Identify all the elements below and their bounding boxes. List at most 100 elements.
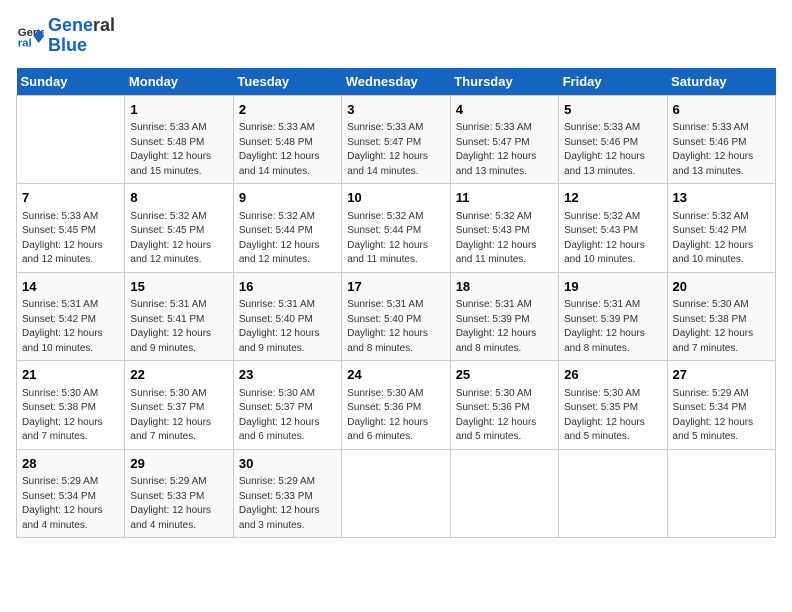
calendar-cell: 4Sunrise: 5:33 AMSunset: 5:47 PMDaylight…	[450, 95, 558, 184]
cell-info: Sunrise: 5:33 AMSunset: 5:46 PMDaylight:…	[673, 121, 770, 179]
calendar-cell: 24Sunrise: 5:30 AMSunset: 5:36 PMDayligh…	[342, 361, 450, 450]
week-row-1: 1Sunrise: 5:33 AMSunset: 5:48 PMDaylight…	[17, 95, 776, 184]
calendar-cell: 21Sunrise: 5:30 AMSunset: 5:38 PMDayligh…	[17, 361, 125, 450]
day-number: 6	[673, 100, 770, 120]
cell-info: Sunrise: 5:30 AMSunset: 5:35 PMDaylight:…	[564, 387, 661, 445]
day-number: 26	[564, 365, 661, 385]
day-number: 13	[673, 188, 770, 208]
day-number: 22	[130, 365, 227, 385]
cell-info: Sunrise: 5:30 AMSunset: 5:37 PMDaylight:…	[239, 387, 336, 445]
calendar-cell: 2Sunrise: 5:33 AMSunset: 5:48 PMDaylight…	[233, 95, 341, 184]
day-number: 25	[456, 365, 553, 385]
cell-info: Sunrise: 5:29 AMSunset: 5:34 PMDaylight:…	[22, 475, 119, 533]
calendar-cell: 13Sunrise: 5:32 AMSunset: 5:42 PMDayligh…	[667, 184, 775, 273]
day-number: 27	[673, 365, 770, 385]
cell-info: Sunrise: 5:29 AMSunset: 5:33 PMDaylight:…	[239, 475, 336, 533]
cell-info: Sunrise: 5:31 AMSunset: 5:39 PMDaylight:…	[456, 298, 553, 356]
day-header-saturday: Saturday	[667, 68, 775, 96]
day-number: 12	[564, 188, 661, 208]
calendar-cell: 7Sunrise: 5:33 AMSunset: 5:45 PMDaylight…	[17, 184, 125, 273]
week-row-3: 14Sunrise: 5:31 AMSunset: 5:42 PMDayligh…	[17, 272, 776, 361]
logo-icon: Gene ral	[16, 22, 44, 50]
cell-info: Sunrise: 5:31 AMSunset: 5:40 PMDaylight:…	[239, 298, 336, 356]
cell-info: Sunrise: 5:30 AMSunset: 5:37 PMDaylight:…	[130, 387, 227, 445]
cell-info: Sunrise: 5:31 AMSunset: 5:40 PMDaylight:…	[347, 298, 444, 356]
logo: Gene ral GeneralBlue	[16, 16, 115, 56]
cell-info: Sunrise: 5:32 AMSunset: 5:43 PMDaylight:…	[564, 210, 661, 268]
cell-info: Sunrise: 5:30 AMSunset: 5:38 PMDaylight:…	[673, 298, 770, 356]
calendar-cell: 16Sunrise: 5:31 AMSunset: 5:40 PMDayligh…	[233, 272, 341, 361]
day-number: 14	[22, 277, 119, 297]
cell-info: Sunrise: 5:31 AMSunset: 5:41 PMDaylight:…	[130, 298, 227, 356]
calendar-cell: 20Sunrise: 5:30 AMSunset: 5:38 PMDayligh…	[667, 272, 775, 361]
day-number: 10	[347, 188, 444, 208]
day-number: 8	[130, 188, 227, 208]
cell-info: Sunrise: 5:32 AMSunset: 5:42 PMDaylight:…	[673, 210, 770, 268]
logo-text: GeneralBlue	[48, 16, 115, 56]
cell-info: Sunrise: 5:32 AMSunset: 5:43 PMDaylight:…	[456, 210, 553, 268]
calendar-cell: 8Sunrise: 5:32 AMSunset: 5:45 PMDaylight…	[125, 184, 233, 273]
day-header-wednesday: Wednesday	[342, 68, 450, 96]
calendar-cell: 23Sunrise: 5:30 AMSunset: 5:37 PMDayligh…	[233, 361, 341, 450]
calendar-cell: 5Sunrise: 5:33 AMSunset: 5:46 PMDaylight…	[559, 95, 667, 184]
cell-info: Sunrise: 5:29 AMSunset: 5:33 PMDaylight:…	[130, 475, 227, 533]
calendar-cell: 10Sunrise: 5:32 AMSunset: 5:44 PMDayligh…	[342, 184, 450, 273]
calendar-cell	[559, 449, 667, 538]
cell-info: Sunrise: 5:32 AMSunset: 5:45 PMDaylight:…	[130, 210, 227, 268]
cell-info: Sunrise: 5:30 AMSunset: 5:36 PMDaylight:…	[347, 387, 444, 445]
calendar-body: 1Sunrise: 5:33 AMSunset: 5:48 PMDaylight…	[17, 95, 776, 538]
day-number: 2	[239, 100, 336, 120]
day-number: 17	[347, 277, 444, 297]
calendar-cell: 14Sunrise: 5:31 AMSunset: 5:42 PMDayligh…	[17, 272, 125, 361]
calendar-cell: 19Sunrise: 5:31 AMSunset: 5:39 PMDayligh…	[559, 272, 667, 361]
calendar-cell: 29Sunrise: 5:29 AMSunset: 5:33 PMDayligh…	[125, 449, 233, 538]
calendar-cell: 3Sunrise: 5:33 AMSunset: 5:47 PMDaylight…	[342, 95, 450, 184]
calendar-cell: 17Sunrise: 5:31 AMSunset: 5:40 PMDayligh…	[342, 272, 450, 361]
day-number: 16	[239, 277, 336, 297]
day-header-monday: Monday	[125, 68, 233, 96]
calendar-cell: 26Sunrise: 5:30 AMSunset: 5:35 PMDayligh…	[559, 361, 667, 450]
day-number: 9	[239, 188, 336, 208]
calendar-cell: 11Sunrise: 5:32 AMSunset: 5:43 PMDayligh…	[450, 184, 558, 273]
cell-info: Sunrise: 5:32 AMSunset: 5:44 PMDaylight:…	[239, 210, 336, 268]
day-header-friday: Friday	[559, 68, 667, 96]
day-number: 15	[130, 277, 227, 297]
calendar-cell: 27Sunrise: 5:29 AMSunset: 5:34 PMDayligh…	[667, 361, 775, 450]
page-header: Gene ral GeneralBlue	[16, 16, 776, 56]
svg-text:ral: ral	[18, 37, 32, 49]
cell-info: Sunrise: 5:33 AMSunset: 5:46 PMDaylight:…	[564, 121, 661, 179]
cell-info: Sunrise: 5:33 AMSunset: 5:45 PMDaylight:…	[22, 210, 119, 268]
week-row-4: 21Sunrise: 5:30 AMSunset: 5:38 PMDayligh…	[17, 361, 776, 450]
cell-info: Sunrise: 5:31 AMSunset: 5:39 PMDaylight:…	[564, 298, 661, 356]
day-number: 23	[239, 365, 336, 385]
calendar-cell: 22Sunrise: 5:30 AMSunset: 5:37 PMDayligh…	[125, 361, 233, 450]
calendar-cell	[17, 95, 125, 184]
day-number: 3	[347, 100, 444, 120]
cell-info: Sunrise: 5:30 AMSunset: 5:38 PMDaylight:…	[22, 387, 119, 445]
calendar-cell: 18Sunrise: 5:31 AMSunset: 5:39 PMDayligh…	[450, 272, 558, 361]
calendar-cell	[667, 449, 775, 538]
cell-info: Sunrise: 5:32 AMSunset: 5:44 PMDaylight:…	[347, 210, 444, 268]
cell-info: Sunrise: 5:29 AMSunset: 5:34 PMDaylight:…	[673, 387, 770, 445]
day-number: 28	[22, 454, 119, 474]
calendar-cell: 25Sunrise: 5:30 AMSunset: 5:36 PMDayligh…	[450, 361, 558, 450]
day-number: 5	[564, 100, 661, 120]
cell-info: Sunrise: 5:33 AMSunset: 5:48 PMDaylight:…	[130, 121, 227, 179]
calendar-cell: 28Sunrise: 5:29 AMSunset: 5:34 PMDayligh…	[17, 449, 125, 538]
calendar-cell: 30Sunrise: 5:29 AMSunset: 5:33 PMDayligh…	[233, 449, 341, 538]
calendar-cell: 9Sunrise: 5:32 AMSunset: 5:44 PMDaylight…	[233, 184, 341, 273]
day-number: 18	[456, 277, 553, 297]
day-header-thursday: Thursday	[450, 68, 558, 96]
cell-info: Sunrise: 5:31 AMSunset: 5:42 PMDaylight:…	[22, 298, 119, 356]
day-header-sunday: Sunday	[17, 68, 125, 96]
calendar-cell: 1Sunrise: 5:33 AMSunset: 5:48 PMDaylight…	[125, 95, 233, 184]
cell-info: Sunrise: 5:33 AMSunset: 5:47 PMDaylight:…	[347, 121, 444, 179]
cell-info: Sunrise: 5:30 AMSunset: 5:36 PMDaylight:…	[456, 387, 553, 445]
day-number: 4	[456, 100, 553, 120]
calendar-table: SundayMondayTuesdayWednesdayThursdayFrid…	[16, 68, 776, 539]
day-header-tuesday: Tuesday	[233, 68, 341, 96]
week-row-2: 7Sunrise: 5:33 AMSunset: 5:45 PMDaylight…	[17, 184, 776, 273]
day-number: 30	[239, 454, 336, 474]
day-number: 20	[673, 277, 770, 297]
cell-info: Sunrise: 5:33 AMSunset: 5:48 PMDaylight:…	[239, 121, 336, 179]
